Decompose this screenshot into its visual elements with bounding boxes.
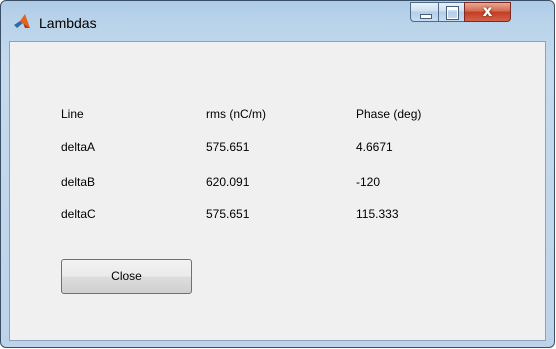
window-title: Lambdas xyxy=(39,15,97,31)
header-line: Line xyxy=(61,107,84,121)
lambdas-window: Lambdas x Line rms (nC/m) Phase (deg) de… xyxy=(0,0,555,348)
row-deltaC-line: deltaC xyxy=(61,207,96,221)
row-deltaB-line: deltaB xyxy=(61,175,96,189)
title-bar[interactable]: Lambdas x xyxy=(1,1,554,41)
header-phase: Phase (deg) xyxy=(356,107,422,121)
close-icon: x xyxy=(482,2,493,20)
close-button[interactable]: Close xyxy=(61,259,192,294)
row-deltaA-line: deltaA xyxy=(61,140,96,154)
dialog-content: Line rms (nC/m) Phase (deg) deltaA 575.6… xyxy=(9,41,546,341)
matlab-icon xyxy=(14,14,30,28)
row-deltaA-rms: 575.651 xyxy=(206,140,250,154)
window-controls: x xyxy=(410,2,548,24)
maximize-icon xyxy=(447,7,458,19)
minimize-button[interactable] xyxy=(410,2,439,22)
row-deltaC-rms: 575.651 xyxy=(206,207,250,221)
header-rms: rms (nC/m) xyxy=(206,107,266,121)
minimize-icon xyxy=(420,14,432,19)
row-deltaB-rms: 620.091 xyxy=(206,175,250,189)
row-deltaB-phase: -120 xyxy=(356,175,381,189)
maximize-button[interactable] xyxy=(438,2,465,22)
row-deltaC-phase: 115.333 xyxy=(356,207,399,221)
row-deltaA-phase: 4.6671 xyxy=(356,140,393,154)
close-window-button[interactable]: x xyxy=(464,2,511,22)
